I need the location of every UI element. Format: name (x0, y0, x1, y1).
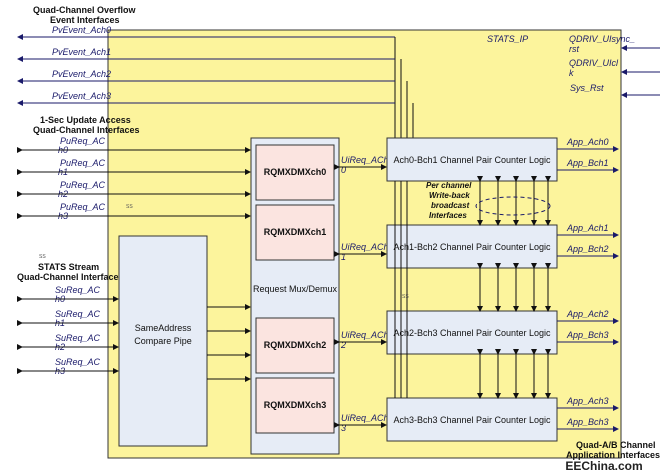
rq-block-label: RQMXDMXch3 (264, 400, 327, 410)
app-output-label: App_Ach1 (566, 223, 609, 233)
sys-rst-label: Sys_Rst (570, 83, 604, 93)
pv-event-label: PvEvent_Ach2 (52, 69, 111, 79)
stream-header-line2: Quad-Channel Interface (17, 272, 119, 282)
qdriv-uisync-label-a: QDRIV_UIsync_ (569, 34, 635, 44)
update-header-line2: Quad-Channel Interfaces (33, 125, 140, 135)
qdriv-uiclk-label-a: QDRIV_UIcl (569, 58, 619, 68)
small-annotation-b: SS (126, 204, 133, 210)
counter-label: Ach0-Bch1 Channel Pair Counter Logic (393, 155, 551, 165)
app-output-label: App_Bch3 (566, 330, 609, 340)
rq-block-label: RQMXDMXch2 (264, 340, 327, 350)
writeback-note-3: broadcast (431, 201, 470, 210)
request-mux-label: Request Mux/Demux (253, 284, 338, 294)
ui-req-label-a: UiReq_ACh (341, 413, 389, 423)
rq-block-label: RQMXDMXch1 (264, 227, 327, 237)
app-output-label: App_Bch1 (566, 158, 609, 168)
ui-req-label-a: UiReq_ACh (341, 242, 389, 252)
small-annotation-c: SS (402, 294, 409, 300)
writeback-note-2: Write-back (429, 191, 470, 200)
qdriv-uiclk-label-b: k (569, 68, 574, 78)
app-output-label: App_Bch3 (566, 417, 609, 427)
overflow-header-line2: Event Interfaces (50, 15, 120, 25)
watermark: EEChina.com (565, 459, 642, 473)
pv-event-label: PvEvent_Ach0 (52, 25, 111, 35)
writeback-note-1: Per channel (426, 181, 472, 190)
app-output-label: App_Bch2 (566, 244, 609, 254)
counter-label: Ach2-Bch3 Channel Pair Counter Logic (393, 328, 551, 338)
stats-ip-title: STATS_IP (487, 34, 528, 44)
ui-req-label-a: UiReq_ACh (341, 330, 389, 340)
pv-event-label: PvEvent_Ach1 (52, 47, 111, 57)
pv-event-label: PvEvent_Ach3 (52, 91, 111, 101)
rq-block-label: RQMXDMXch0 (264, 167, 327, 177)
app-output-label: App_Ach0 (566, 137, 609, 147)
counter-label: Ach1-Bch2 Channel Pair Counter Logic (393, 242, 551, 252)
overflow-header-line1: Quad-Channel Overflow (33, 5, 137, 15)
writeback-note-4: Interfaces (429, 211, 467, 220)
qdriv-uisync-label-b: rst (569, 44, 579, 54)
stats-ip-diagram: STATS_IP Quad-Channel Overflow Event Int… (17, 5, 660, 473)
app-output-label: App_Ach3 (566, 396, 609, 406)
ui-req-label-a: UiReq_ACh (341, 155, 389, 165)
app-output-label: App_Ach2 (566, 309, 609, 319)
counter-label: Ach3-Bch3 Channel Pair Counter Logic (393, 415, 551, 425)
small-annotation-a: SS (39, 254, 46, 260)
stream-header-line1: STATS Stream (38, 262, 99, 272)
same-address-label-1: SameAddress (135, 323, 192, 333)
same-address-label-2: Compare Pipe (134, 336, 192, 346)
update-header-line1: 1-Sec Update Access (40, 115, 131, 125)
app-header-line1: Quad-A/B Channel (576, 440, 656, 450)
